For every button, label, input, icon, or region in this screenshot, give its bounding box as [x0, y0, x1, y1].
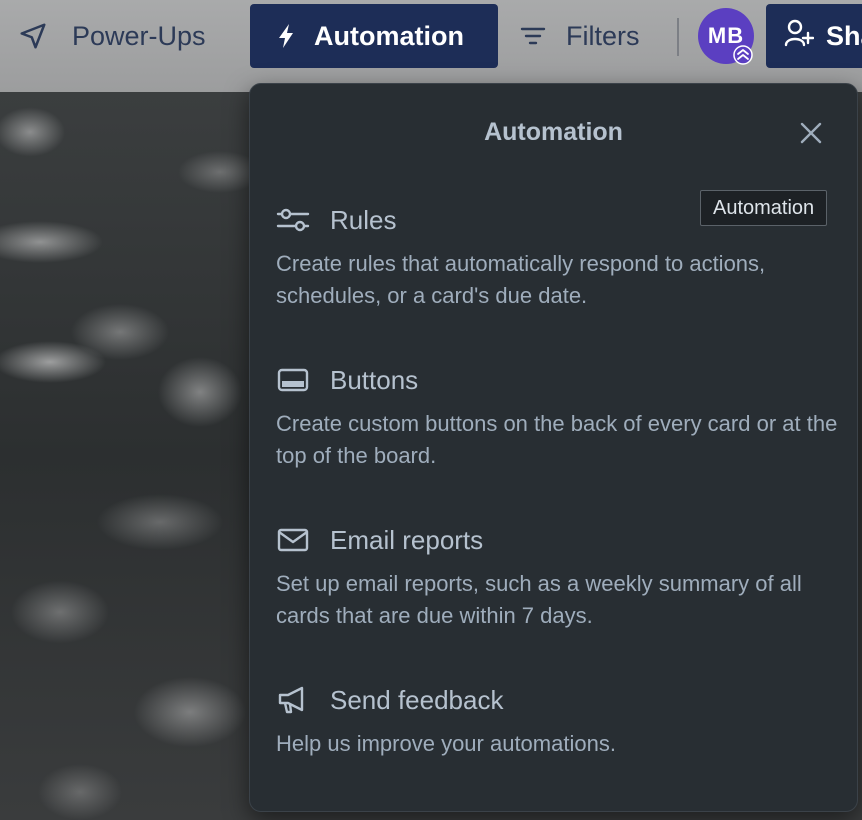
filter-icon	[520, 25, 546, 47]
email-reports-title: Email reports	[330, 524, 484, 555]
share-button[interactable]: Sha	[766, 4, 862, 68]
megaphone-icon	[276, 682, 312, 718]
email-reports-description: Set up email reports, such as a weekly s…	[276, 571, 802, 628]
send-feedback-title: Send feedback	[330, 684, 504, 715]
close-button[interactable]	[796, 118, 826, 148]
menu-item-email-reports[interactable]: Email reports Set up email reports, such…	[276, 522, 846, 632]
rocket-icon	[18, 21, 48, 51]
share-label: Sha	[826, 20, 862, 51]
rules-title: Rules	[330, 204, 397, 235]
popover-title: Automation	[484, 118, 623, 146]
automation-tooltip: Automation	[700, 190, 828, 226]
close-icon	[800, 122, 822, 144]
sliders-icon	[276, 202, 312, 238]
filters-button[interactable]: Filters	[520, 4, 640, 68]
filters-label: Filters	[566, 20, 640, 51]
menu-item-send-feedback[interactable]: Send feedback Help us improve your autom…	[276, 682, 846, 760]
menu-item-buttons[interactable]: Buttons Create custom buttons on the bac…	[276, 362, 846, 472]
button-icon	[276, 362, 312, 398]
automation-label: Automation	[314, 20, 464, 51]
buttons-title: Buttons	[330, 364, 419, 395]
buttons-description: Create custom buttons on the back of eve…	[276, 411, 838, 468]
add-person-icon	[784, 19, 815, 54]
admin-chevron-icon	[733, 45, 753, 65]
rules-description: Create rules that automatically respond …	[276, 251, 766, 308]
automation-button[interactable]: Automation	[250, 4, 498, 68]
send-feedback-description: Help us improve your automations.	[276, 731, 616, 756]
lightning-icon	[276, 23, 296, 49]
power-ups-button[interactable]: Power-Ups	[18, 4, 206, 68]
power-ups-label: Power-Ups	[72, 20, 206, 51]
header-divider	[677, 18, 679, 56]
email-icon	[276, 522, 312, 558]
board-header: Power-Ups Automation Filters MB Sh	[0, 0, 862, 92]
